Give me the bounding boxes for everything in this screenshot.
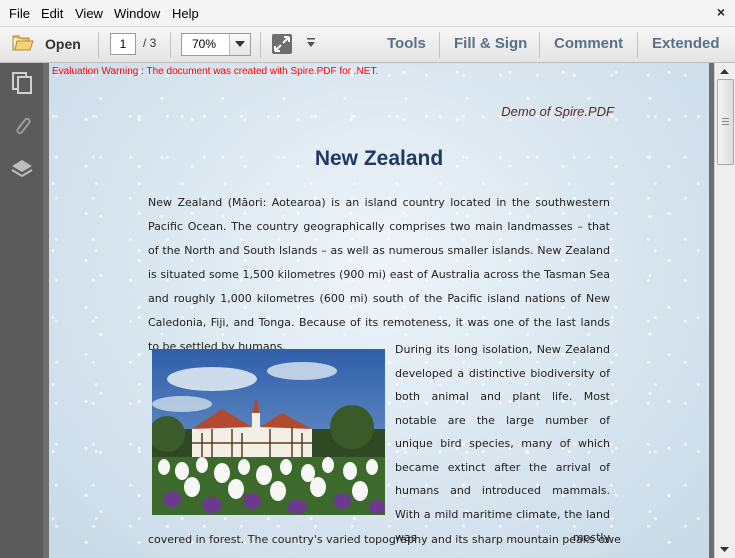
page-total-label: / 3	[143, 36, 157, 50]
grip-line	[722, 124, 729, 125]
document-title: New Zealand	[314, 147, 444, 170]
menu-help[interactable]: Help	[172, 6, 199, 21]
zoom-select[interactable]: 70%	[181, 33, 251, 56]
page-thumbnails-icon[interactable]	[10, 71, 34, 95]
toolbar-options-icon[interactable]	[306, 38, 316, 48]
museum-tulips-photo	[152, 349, 385, 515]
comment-button[interactable]: Comment	[554, 35, 623, 52]
zoom-value: 70%	[192, 37, 217, 51]
scrollbar-thumb[interactable]	[717, 79, 734, 165]
menu-window[interactable]: Window	[114, 6, 160, 21]
attachments-paperclip-icon[interactable]	[10, 114, 34, 138]
toolbar-separator	[539, 32, 540, 58]
menu-edit[interactable]: Edit	[41, 6, 63, 21]
scroll-up-arrow-icon[interactable]	[718, 67, 731, 75]
toolbar-separator	[98, 32, 99, 58]
page-header-text: Demo of Spire.PDF	[501, 104, 614, 119]
extended-button[interactable]: Extended	[652, 35, 720, 52]
paragraph-intro: New Zealand (Māori: Aotearoa) is an isla…	[148, 196, 610, 353]
scroll-down-arrow-icon[interactable]	[718, 546, 731, 554]
tools-button[interactable]: Tools	[387, 35, 426, 52]
grip-line	[722, 118, 729, 119]
menu-bar: File Edit View Window Help ×	[0, 0, 735, 27]
fit-page-expand-icon[interactable]	[271, 33, 293, 55]
navigation-panel	[0, 63, 43, 558]
close-document-icon[interactable]: ×	[717, 4, 725, 20]
toolbar: Open 1 / 3 70% Tools Fill & Sign Comment…	[0, 27, 735, 63]
paragraph-biodiversity: During its long isolation, New Zealand d…	[395, 343, 610, 544]
open-label: Open	[45, 36, 81, 52]
grip-line	[722, 121, 729, 122]
toolbar-separator	[439, 32, 440, 58]
toolbar-separator	[637, 32, 638, 58]
chevron-down-icon	[235, 41, 245, 47]
document-viewport[interactable]: Evaluation Warning : The document was cr…	[43, 63, 714, 558]
fill-sign-button[interactable]: Fill & Sign	[454, 35, 527, 52]
toolbar-separator	[260, 32, 261, 58]
evaluation-warning: Evaluation Warning : The document was cr…	[52, 66, 379, 77]
folder-icon	[12, 35, 34, 51]
layers-icon[interactable]	[10, 157, 34, 181]
menu-view[interactable]: View	[75, 6, 103, 21]
page-number-input[interactable]: 1	[110, 33, 136, 55]
pdf-page: Evaluation Warning : The document was cr…	[49, 63, 709, 558]
menu-file[interactable]: File	[9, 6, 30, 21]
vertical-scrollbar[interactable]	[714, 63, 735, 558]
zoom-dropdown-button[interactable]	[229, 34, 250, 55]
paragraph-continued: covered in forest. The country's varied …	[148, 533, 621, 546]
open-button[interactable]: Open	[11, 33, 91, 55]
toolbar-separator	[170, 32, 171, 58]
